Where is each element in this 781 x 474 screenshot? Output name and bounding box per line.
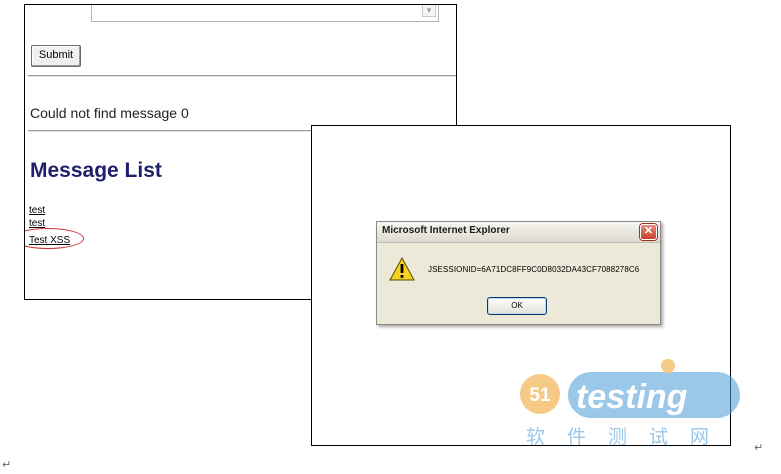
pilcrow-mark: ↵ xyxy=(2,458,12,471)
close-icon: ✕ xyxy=(643,225,654,237)
message-list-title: Message List xyxy=(30,159,162,182)
watermark-logo: 51 testing 软件测试网 xyxy=(516,356,744,448)
watermark-chinese-text: 软件测试网 xyxy=(526,426,732,448)
xss-highlight-circle xyxy=(25,228,84,249)
testing-logo-icon: 51 testing xyxy=(520,359,740,418)
scroll-down-arrow[interactable]: ▾ xyxy=(422,5,436,17)
dialog-message: JSESSIONID=6A71DC8FF9C0D8032DA43CF708827… xyxy=(428,265,640,274)
ok-button[interactable]: OK xyxy=(487,297,547,315)
status-message: Could not find message 0 xyxy=(30,105,189,121)
svg-text:51: 51 xyxy=(529,385,551,406)
alert-dialog: Microsoft Internet Explorer ✕ JSESSIONID… xyxy=(376,221,661,325)
pilcrow-mark: ↵ xyxy=(754,441,764,454)
dialog-title: Microsoft Internet Explorer xyxy=(382,225,510,236)
message-textarea[interactable]: ▾ xyxy=(91,5,439,22)
submit-button[interactable]: Submit xyxy=(31,45,81,67)
svg-text:testing: testing xyxy=(576,378,688,416)
warning-icon xyxy=(389,257,415,281)
dialog-titlebar: Microsoft Internet Explorer ✕ xyxy=(377,222,660,243)
close-button[interactable]: ✕ xyxy=(640,224,657,240)
divider xyxy=(28,75,456,77)
message-link-1[interactable]: test xyxy=(29,205,45,216)
